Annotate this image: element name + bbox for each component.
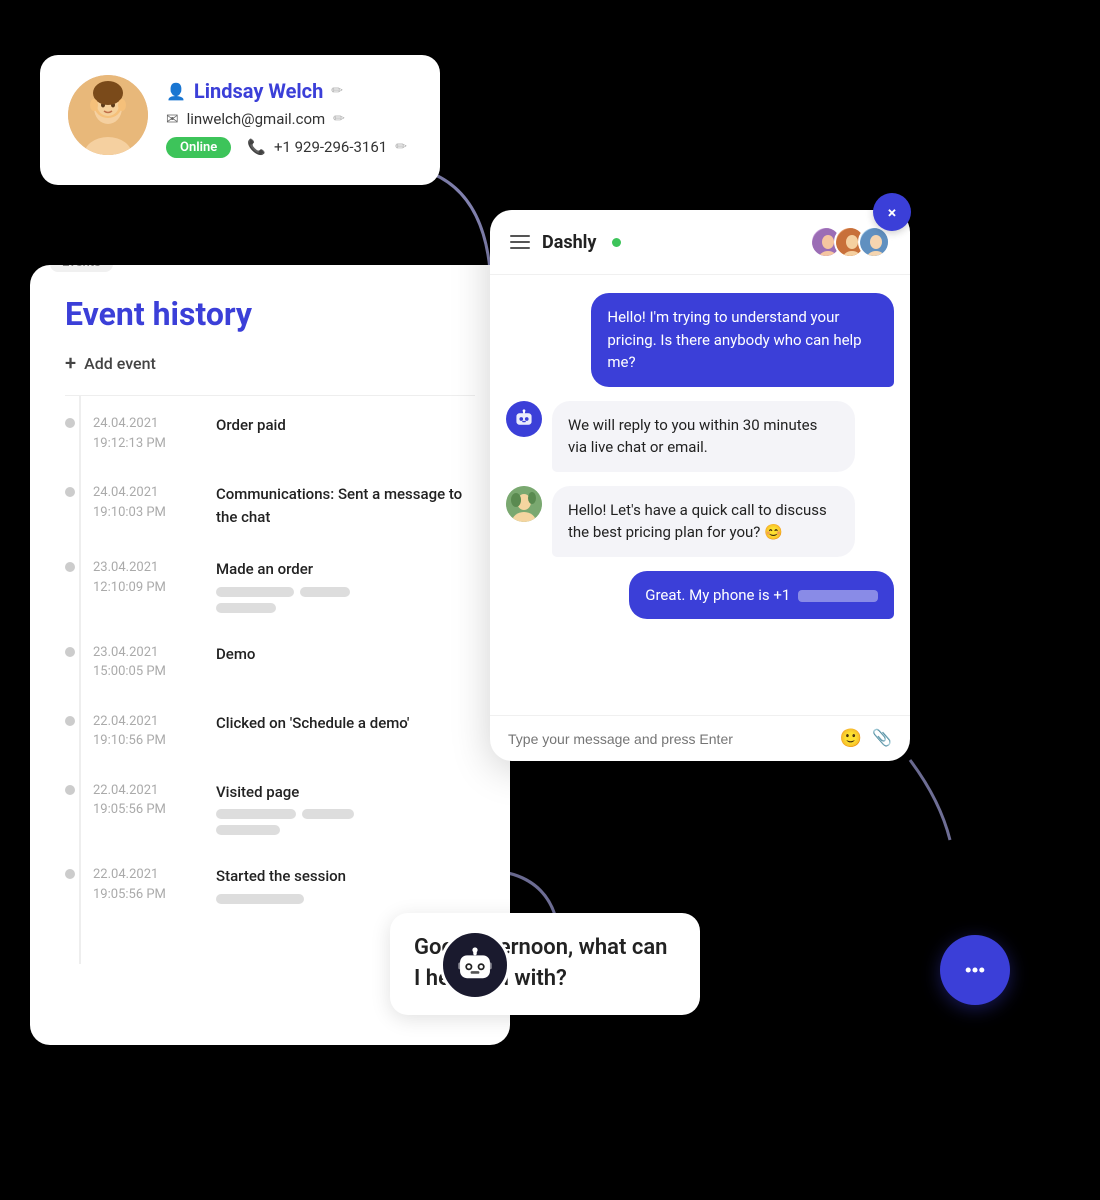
event-description: Demo (216, 643, 475, 666)
chat-fab-button[interactable] (940, 935, 1010, 1005)
message-sent-2: Great. My phone is +1 (629, 571, 894, 620)
plus-icon: + (65, 351, 76, 375)
event-description: Order paid (216, 414, 475, 437)
avatar (68, 75, 148, 155)
bot-avatar (506, 401, 542, 437)
chat-input-icons: 🙂 📎 (840, 728, 892, 749)
user-icon: 👤 (166, 82, 186, 101)
tag (302, 809, 354, 819)
event-description: Started the session (216, 865, 475, 904)
timeline-item: 23.04.202112:10:09 PM Made an order (65, 558, 475, 613)
event-description: Clicked on 'Schedule a demo' (216, 712, 475, 735)
timeline-dot (65, 487, 75, 497)
chat-message-input[interactable] (508, 731, 830, 747)
event-tags (216, 809, 475, 835)
attachment-icon[interactable]: 📎 (872, 728, 892, 749)
bot-greeting-icon (440, 930, 510, 1000)
email-icon: ✉ (166, 110, 179, 128)
chat-messages: Hello! I'm trying to understand your pri… (490, 275, 910, 715)
timeline-item: 22.04.202119:05:56 PM Visited page (65, 781, 475, 836)
event-date: 23.04.202115:00:05 PM (93, 643, 198, 682)
event-date: 24.04.202119:12:13 PM (93, 414, 198, 453)
chat-online-indicator (612, 238, 621, 247)
chat-input-row[interactable]: 🙂 📎 (490, 715, 910, 761)
panel-header: Event history + Add event (30, 265, 510, 396)
event-description: Made an order (216, 558, 475, 613)
timeline-item: 22.04.202119:10:56 PM Clicked on 'Schedul… (65, 712, 475, 751)
event-description: Visited page (216, 781, 475, 836)
event-tags (216, 894, 475, 904)
hamburger-menu[interactable] (510, 235, 530, 249)
timeline-dot (65, 716, 75, 726)
emoji-icon[interactable]: 🙂 (840, 728, 862, 749)
agent-chat-avatar (506, 486, 542, 522)
bot-greeting-bubble: Good afternoon, what can I help you with… (390, 913, 700, 1015)
message-received-agent: Hello! Let's have a quick call to discus… (552, 486, 855, 557)
tag (216, 809, 296, 819)
contact-email: linwelch@gmail.com (187, 110, 326, 128)
close-chat-button[interactable]: × (873, 193, 911, 231)
chat-header: Dashly (490, 210, 910, 275)
online-badge: Online (166, 137, 231, 158)
edit-name-icon[interactable]: ✏ (331, 83, 343, 99)
event-date: 24.04.202119:10:03 PM (93, 483, 198, 522)
chat-title: Dashly (542, 232, 596, 253)
edit-phone-icon[interactable]: ✏ (395, 139, 407, 155)
timeline-item: 24.04.202119:12:13 PM Order paid (65, 414, 475, 453)
event-timeline: 24.04.202119:12:13 PMOrder paid24.04.202… (30, 396, 510, 964)
tag (300, 587, 350, 597)
event-history-title: Event history (65, 295, 475, 333)
phone-icon: 📞 (247, 138, 266, 156)
timeline-item: 22.04.202119:05:56 PM Started the session (65, 865, 475, 904)
panel-label: Events (50, 265, 113, 272)
timeline-dot (65, 562, 75, 572)
message-sent-1: Hello! I'm trying to understand your pri… (591, 293, 894, 387)
timeline-dot (65, 418, 75, 428)
event-date: 22.04.202119:05:56 PM (93, 781, 198, 820)
agent-avatar-3 (858, 226, 890, 258)
event-date: 22.04.202119:10:56 PM (93, 712, 198, 751)
event-date: 22.04.202119:05:56 PM (93, 865, 198, 904)
timeline-dot (65, 869, 75, 879)
timeline-dot (65, 785, 75, 795)
edit-email-icon[interactable]: ✏ (333, 111, 345, 127)
chat-header-left: Dashly (510, 232, 621, 253)
tag (216, 825, 280, 835)
tag (216, 603, 276, 613)
contact-phone: +1 929-296-3161 (274, 138, 387, 156)
tag (216, 894, 304, 904)
timeline-dot (65, 647, 75, 657)
timeline-item: 23.04.202115:00:05 PM Demo (65, 643, 475, 682)
event-description: Communications: Sent a message to the ch… (216, 483, 475, 528)
contact-card: 👤 Lindsay Welch ✏ ✉ linwelch@gmail.com ✏… (40, 55, 440, 185)
contact-name: Lindsay Welch (194, 79, 323, 103)
tag (216, 587, 294, 597)
message-row-received-agent: Hello! Let's have a quick call to discus… (506, 486, 894, 557)
event-date: 23.04.202112:10:09 PM (93, 558, 198, 597)
message-row-received-bot: We will reply to you within 30 minutes v… (506, 401, 894, 472)
message-received-bot: We will reply to you within 30 minutes v… (552, 401, 855, 472)
chat-agent-avatars (810, 226, 890, 258)
event-tags (216, 587, 475, 613)
add-event-label: Add event (84, 354, 156, 373)
contact-info: 👤 Lindsay Welch ✏ ✉ linwelch@gmail.com ✏… (166, 75, 412, 165)
timeline-item: 24.04.202119:10:03 PM Communications: Sen… (65, 483, 475, 528)
chat-widget: Dashly (490, 210, 910, 761)
add-event-button[interactable]: + Add event (65, 351, 475, 375)
